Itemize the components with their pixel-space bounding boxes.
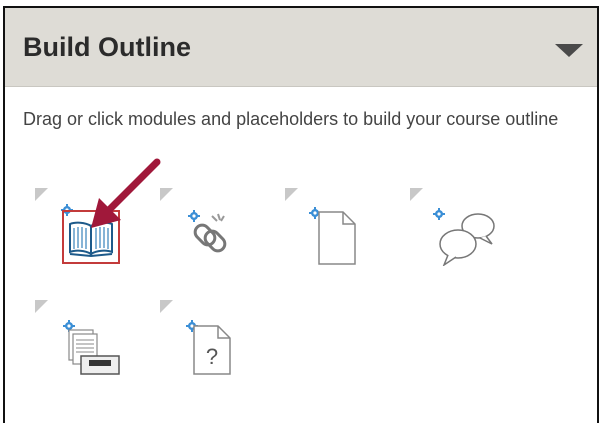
panel-header[interactable]: Build Outline bbox=[5, 8, 597, 87]
link-tool-button[interactable] bbox=[160, 188, 260, 288]
quiz-tool-button[interactable]: ? bbox=[160, 300, 260, 400]
discussion-tool-button[interactable] bbox=[410, 188, 510, 288]
drag-corner-icon bbox=[285, 188, 298, 201]
drag-corner-icon bbox=[35, 300, 48, 313]
document-stack-tool-button[interactable] bbox=[35, 300, 135, 400]
link-icon bbox=[193, 213, 227, 253]
caret-down-icon[interactable] bbox=[555, 44, 583, 57]
discussion-icon bbox=[439, 213, 495, 266]
drag-corner-icon bbox=[410, 188, 423, 201]
drag-corner-icon bbox=[35, 188, 48, 201]
gear-badge-icon bbox=[61, 204, 73, 216]
pointer-arrow-icon bbox=[91, 158, 161, 228]
quiz-icon: ? bbox=[193, 325, 231, 375]
build-outline-panel: Build Outline Drag or click modules and … bbox=[3, 6, 599, 423]
svg-text:?: ? bbox=[206, 344, 218, 369]
file-tool-button[interactable] bbox=[285, 188, 385, 288]
document-stack-icon bbox=[68, 329, 120, 375]
drag-corner-icon bbox=[160, 300, 173, 313]
file-icon bbox=[318, 211, 356, 265]
instructions-text: Drag or click modules and placeholders t… bbox=[23, 109, 559, 129]
panel-title: Build Outline bbox=[23, 32, 191, 62]
